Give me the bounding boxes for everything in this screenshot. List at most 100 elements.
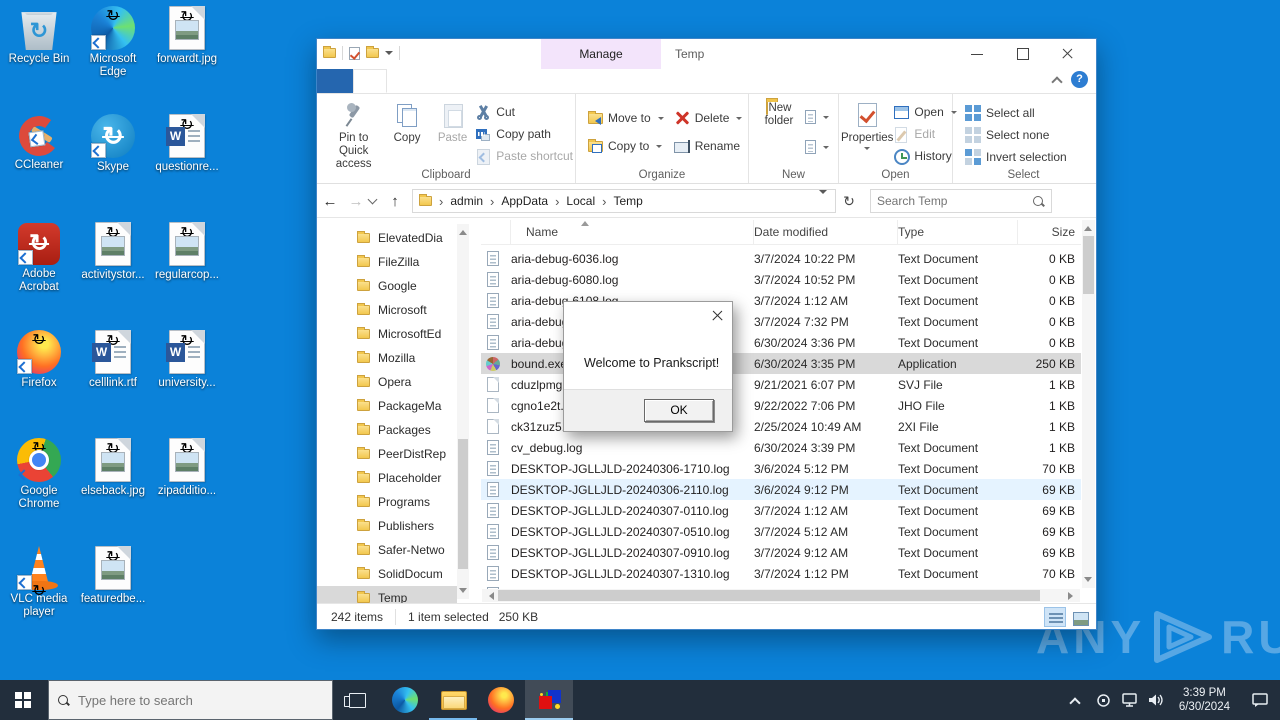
network-icon[interactable]: [1117, 692, 1143, 708]
nav-item[interactable]: Mozilla: [317, 346, 457, 370]
desktop-icon[interactable]: ↻ Recycle Bin: [2, 6, 76, 114]
file-row[interactable]: DESKTOP-JGLLJLD-20240307-0110.log 3/7/20…: [481, 500, 1081, 521]
properties-qat-icon[interactable]: [349, 46, 360, 60]
forward-button[interactable]: →: [343, 193, 369, 210]
taskbar-clock[interactable]: 3:39 PM 6/30/2024: [1169, 686, 1240, 714]
action-center-button[interactable]: [1240, 692, 1280, 708]
desktop-icon[interactable]: ↻ regularcop...: [150, 222, 224, 330]
horizontal-scrollbar-thumb[interactable]: [498, 590, 1040, 601]
file-row[interactable]: DESKTOP-JGLLJLD-20240307-0910.log 3/7/20…: [481, 542, 1081, 563]
easy-access-button[interactable]: [805, 136, 829, 158]
large-icons-view-button[interactable]: [1068, 607, 1090, 627]
close-button[interactable]: [1045, 39, 1090, 67]
history-button[interactable]: History: [893, 145, 956, 167]
address-box[interactable]: › admin › AppData › Local › Temp: [412, 189, 836, 213]
breadcrumb-item[interactable]: AppData: [501, 194, 548, 208]
file-row[interactable]: DESKTOP-JGLLJLD-20240306-1710.log 3/6/20…: [481, 458, 1081, 479]
ribbon-tab[interactable]: [387, 69, 419, 93]
column-header-type[interactable]: Type: [898, 220, 1018, 245]
nav-item[interactable]: ElevatedDia: [317, 226, 457, 250]
title-bar[interactable]: Manage Temp: [317, 39, 1096, 69]
desktop-icon[interactable]: ↻ VLC media player: [2, 546, 76, 654]
nav-item[interactable]: Safer-Netwo: [317, 538, 457, 562]
file-row[interactable]: DESKTOP-JGLLJLD-20240307-1310.log 3/7/20…: [481, 563, 1081, 584]
breadcrumb-item[interactable]: admin: [450, 194, 483, 208]
desktop-icon[interactable]: ↻ Microsoft Edge: [76, 6, 150, 114]
desktop-icon[interactable]: ↻ elseback.jpg: [76, 438, 150, 546]
file-row[interactable]: cv_debug.log 6/30/2024 3:39 PM Text Docu…: [481, 437, 1081, 458]
invert-selection-button[interactable]: Invert selection: [965, 146, 1094, 168]
scroll-right-icon[interactable]: [1068, 592, 1077, 600]
address-dropdown-chevron-icon[interactable]: [819, 190, 827, 212]
scroll-left-icon[interactable]: [485, 592, 494, 600]
desktop-icon[interactable]: ↻ Firefox: [2, 330, 76, 438]
scroll-up-icon[interactable]: [1084, 222, 1092, 231]
dialog-title-bar[interactable]: [564, 302, 732, 328]
back-button[interactable]: ←: [317, 193, 343, 210]
taskbar-firefox-button[interactable]: [477, 680, 525, 720]
edit-button[interactable]: Edit: [893, 123, 956, 145]
dialog-close-icon[interactable]: [711, 309, 724, 322]
desktop-icon[interactable]: ↻ Skype: [76, 114, 150, 222]
nav-item[interactable]: Google: [317, 274, 457, 298]
delete-button[interactable]: Delete: [674, 107, 743, 129]
scroll-down-icon[interactable]: [1084, 577, 1092, 586]
maximize-button[interactable]: [1000, 39, 1045, 67]
desktop-icon[interactable]: ↻ forwardt.jpg: [150, 6, 224, 114]
taskbar-file-explorer-button[interactable]: [429, 680, 477, 720]
column-header-name[interactable]: Name: [511, 220, 754, 245]
up-button[interactable]: ↑: [382, 193, 408, 210]
file-row[interactable]: aria-debug-6080.log 3/7/2024 10:52 PM Te…: [481, 269, 1081, 290]
column-header-date-modified[interactable]: Date modified: [754, 220, 898, 245]
desktop-icon[interactable]: ↻ Adobe Acrobat: [2, 222, 76, 330]
file-row[interactable]: aria-debug-6036.log 3/7/2024 10:22 PM Te…: [481, 248, 1081, 269]
select-all-button[interactable]: Select all: [965, 102, 1094, 124]
minimize-button[interactable]: [955, 39, 1000, 67]
nav-scrollbar-thumb[interactable]: [458, 439, 468, 569]
file-row[interactable]: DESKTOP-JGLLJLD-20240306-2110.log 3/6/20…: [481, 479, 1081, 500]
search-input[interactable]: [877, 194, 1032, 208]
nav-item[interactable]: Publishers: [317, 514, 457, 538]
scroll-up-icon[interactable]: [459, 226, 467, 235]
ribbon-tab[interactable]: [317, 69, 353, 93]
new-folder-qat-icon[interactable]: [366, 46, 379, 58]
nav-item[interactable]: PeerDistRep: [317, 442, 457, 466]
move-to-button[interactable]: Move to: [588, 107, 664, 129]
tray-tool-icon[interactable]: [1091, 692, 1117, 709]
refresh-button[interactable]: ↻: [836, 193, 862, 210]
nav-item[interactable]: PackageMa: [317, 394, 457, 418]
copy-to-button[interactable]: Copy to: [588, 135, 664, 157]
new-item-button[interactable]: [805, 106, 829, 128]
copy-path-button[interactable]: Copy path: [475, 123, 573, 145]
desktop-icon[interactable]: ↻ featuredbe...: [76, 546, 150, 654]
file-list-horizontal-scrollbar[interactable]: [482, 589, 1080, 602]
breadcrumb-item[interactable]: Local: [566, 194, 595, 208]
scroll-down-icon[interactable]: [459, 588, 467, 597]
task-view-button[interactable]: [333, 680, 381, 720]
desktop-icon[interactable]: ↻ questionre...: [150, 114, 224, 222]
ribbon-tab[interactable]: [353, 69, 387, 93]
desktop-icon[interactable]: ↻ Google Chrome: [2, 438, 76, 546]
breadcrumb-item[interactable]: Temp: [613, 194, 642, 208]
nav-scrollbar[interactable]: [457, 224, 469, 599]
desktop-icon[interactable]: ↻ zipadditio...: [150, 438, 224, 546]
desktop-icon[interactable]: ↻ celllink.rtf: [76, 330, 150, 438]
volume-icon[interactable]: [1143, 692, 1169, 708]
nav-item[interactable]: Programs: [317, 490, 457, 514]
desktop-icon[interactable]: ↻ CCleaner: [2, 113, 76, 222]
show-hidden-icons-chevron-icon[interactable]: [1069, 697, 1081, 709]
open-button[interactable]: Open: [893, 101, 957, 123]
nav-item[interactable]: Opera: [317, 370, 457, 394]
nav-item[interactable]: Microsoft: [317, 298, 457, 322]
taskbar-search-input[interactable]: [78, 692, 324, 708]
help-button[interactable]: ?: [1071, 71, 1088, 88]
vertical-scrollbar-thumb[interactable]: [1083, 236, 1094, 294]
desktop-icon[interactable]: ↻ activitystor...: [76, 222, 150, 330]
ribbon-tab[interactable]: [503, 69, 535, 93]
nav-item[interactable]: FileZilla: [317, 250, 457, 274]
paste-shortcut-button[interactable]: Paste shortcut: [475, 145, 573, 167]
recent-locations-chevron-icon[interactable]: [367, 194, 378, 205]
select-none-button[interactable]: Select none: [965, 124, 1094, 146]
desktop-icon[interactable]: ↻ university...: [150, 330, 224, 438]
cut-button[interactable]: Cut: [475, 101, 573, 123]
